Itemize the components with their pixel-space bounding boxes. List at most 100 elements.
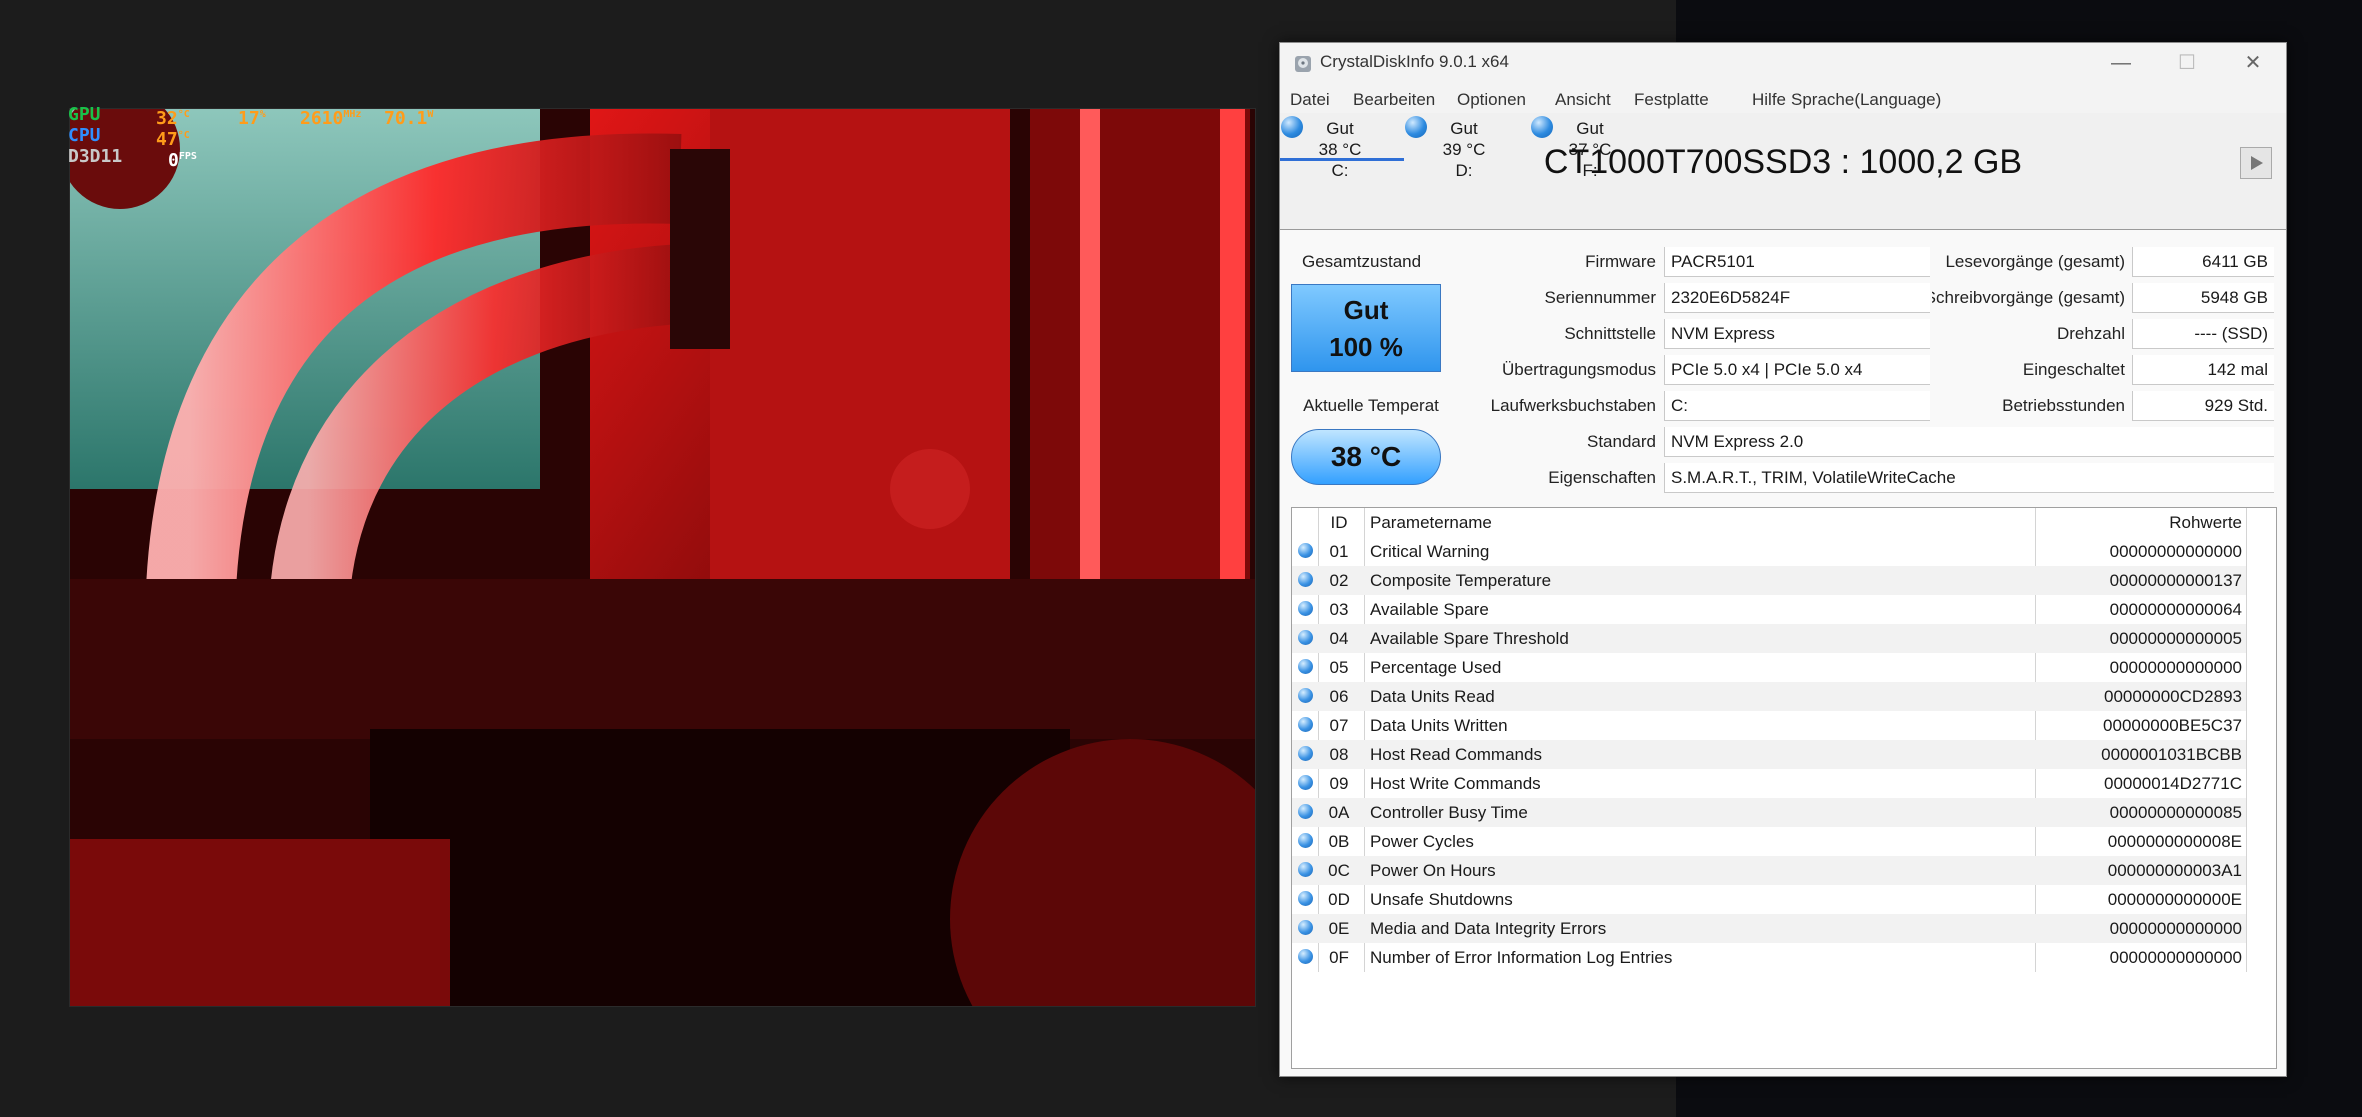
total-reads-value: 6411 GB [2132,247,2274,277]
status-orb-icon [1298,572,1313,587]
menu-festplatte[interactable]: Festplatte [1634,90,1709,110]
window-title: CrystalDiskInfo 9.0.1 x64 [1320,52,1509,71]
features-value: S.M.A.R.T., TRIM, VolatileWriteCache [1664,463,2274,493]
power-count-value: 142 mal [2132,355,2274,385]
health-good-icon [1405,116,1427,138]
drive-model-title: CT1000T700SSD3 : 1000,2 GB [1543,143,2023,181]
row-parameter-name: Controller Busy Time [1370,803,1528,822]
overlay-gpu-power-unit: W [427,109,434,120]
row-parameter-name: Data Units Written [1370,716,1508,735]
column-divider [2246,508,2247,972]
table-row[interactable]: 0E Media and Data Integrity Errors 0000000… [1292,914,2246,943]
row-raw-value: 00000000000000 [2109,542,2242,561]
row-parameter-name: Data Units Read [1370,687,1495,706]
menu-ansicht[interactable]: Ansicht [1555,90,1611,110]
total-writes-value: 5948 GB [2132,283,2274,313]
row-raw-value: 00000000000064 [2109,600,2242,619]
row-raw-value: 0000000000000E [2107,890,2242,909]
table-row[interactable]: 07 Data Units Written 00000000BE5C37 [1292,711,2246,740]
row-raw-value: 00000000000085 [2109,803,2242,822]
features-label: Eigenschaften [1548,468,1656,487]
disk-app-icon [1295,56,1311,72]
row-parameter-name: Percentage Used [1370,658,1502,677]
row-id: 02 [1329,571,1349,590]
row-id: 06 [1329,687,1349,706]
row-raw-value: 00000000BE5C37 [2103,716,2242,735]
table-row[interactable]: 0F Number of Error Information Log Entrie… [1292,943,2246,972]
table-row[interactable]: 04 Available Spare Threshold 0000000000000… [1292,624,2246,653]
drive-d-status: Gut [1450,119,1478,138]
row-parameter-name: Media and Data Integrity Errors [1370,919,1607,938]
total-reads-label: Lesevorgänge (gesamt) [1945,252,2125,271]
table-row[interactable]: 09 Host Write Commands 00000014D2771C [1292,769,2246,798]
overlay-fps-value: 0 [168,150,179,171]
power-count-label: Eingeschaltet [2022,360,2125,379]
overlay-gpu-temp-unit: °C [177,109,190,120]
table-row[interactable]: 06 Data Units Read 00000000CD2893 [1292,682,2246,711]
power-hours-value: 929 Std. [2132,391,2274,421]
row-parameter-name: Host Write Commands [1370,774,1541,793]
menu-optionen[interactable]: Optionen [1457,90,1526,110]
row-parameter-name: Unsafe Shutdowns [1370,890,1513,909]
overlay-fps-unit: FPS [178,151,197,162]
maximize-button[interactable]: ☐ [2154,43,2220,83]
row-parameter-name: Host Read Commands [1370,745,1542,764]
row-raw-value: 000000000003A1 [2107,861,2242,880]
overlay-cpu-temp-unit: °C [177,130,190,141]
next-drive-button[interactable] [2240,147,2272,179]
performance-overlay: GPU 32°C 17% 2610MHz 70.1W CPU 47°C D3D1… [68,104,468,171]
health-label: Gesamtzustand [1302,252,1422,271]
serial-value: 2320E6D5824F [1664,283,1930,313]
menu-sprache[interactable]: Sprache(Language) [1791,90,1941,110]
column-raw-header[interactable]: Rohwerte [2042,508,2242,537]
status-orb-icon [1298,746,1313,761]
health-status-text: Gut [1343,295,1389,325]
row-parameter-name: Power On Hours [1370,861,1496,880]
title-bar[interactable]: CrystalDiskInfo 9.0.1 x64 — ☐ ✕ [1280,43,2286,83]
table-row[interactable]: 08 Host Read Commands 0000001031BCBB [1292,740,2246,769]
status-orb-icon [1298,891,1313,906]
status-orb-icon [1298,543,1313,558]
temperature-button[interactable]: 38 °C [1291,429,1441,485]
menu-hilfe[interactable]: Hilfe [1752,90,1786,110]
row-raw-value: 00000014D2771C [2103,774,2242,793]
menu-datei[interactable]: Datei [1290,90,1330,110]
table-row[interactable]: 0B Power Cycles 0000000000008E [1292,827,2246,856]
column-name-header[interactable]: Parametername [1370,508,1492,537]
row-id: 08 [1329,745,1349,764]
table-row[interactable]: 01 Critical Warning 00000000000000 [1292,537,2246,566]
status-orb-icon [1298,717,1313,732]
table-row[interactable]: 02 Composite Temperature 00000000000137 [1292,566,2246,595]
status-orb-icon [1298,949,1313,964]
row-raw-value: 0000001031BCBB [2101,745,2242,764]
row-id: 04 [1329,629,1349,648]
temperature-label-clip: Aktuelle Temperatur [1280,396,1440,416]
table-row[interactable]: 0A Controller Busy Time 00000000000085 [1292,798,2246,827]
status-orb-icon [1298,862,1313,877]
status-orb-icon [1298,920,1313,935]
minimize-button[interactable]: — [2088,43,2154,83]
firmware-label: Firmware [1585,252,1656,271]
right-labels-clip: Lesevorgänge (gesamt) Schreibvorgänge (g… [1932,243,2128,453]
row-id: 0D [1328,890,1350,909]
rotation-value: ---- (SSD) [2132,319,2274,349]
table-row[interactable]: 05 Percentage Used 00000000000000 [1292,653,2246,682]
health-good-icon [1531,116,1553,138]
table-row[interactable]: 03 Available Spare 00000000000064 [1292,595,2246,624]
table-row[interactable]: 0C Power On Hours 000000000003A1 [1292,856,2246,885]
close-button[interactable]: ✕ [2220,43,2286,83]
row-id: 0A [1328,803,1350,822]
status-orb-icon [1298,833,1313,848]
smart-attributes-table[interactable]: ID Parametername Rohwerte 01 Critical War… [1291,507,2277,1069]
table-row[interactable]: 0D Unsafe Shutdowns 0000000000000E [1292,885,2246,914]
power-hours-label: Betriebsstunden [2002,396,2125,415]
overlay-gpu-row: GPU 32°C 17% 2610MHz 70.1W [68,104,468,129]
health-status-button[interactable]: Gut 100 % [1291,284,1441,372]
overlay-gpu-label: GPU [68,104,101,125]
row-id: 0B [1328,832,1350,851]
menu-bar: Datei Bearbeiten Optionen Ansicht Festpl… [1280,83,2286,113]
column-id-header[interactable]: ID [1320,508,1358,537]
menu-bearbeiten[interactable]: Bearbeiten [1353,90,1435,110]
row-parameter-name: Available Spare [1370,600,1489,619]
row-parameter-name: Available Spare Threshold [1370,629,1569,648]
